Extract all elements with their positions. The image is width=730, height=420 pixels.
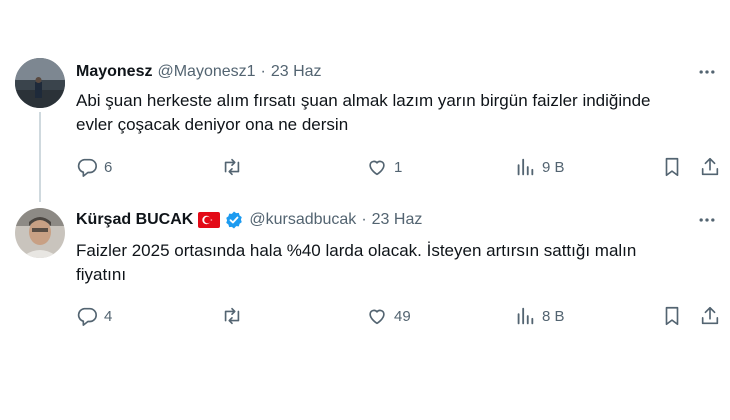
retweet-icon: [224, 307, 240, 325]
reply-icon: [77, 307, 97, 326]
tweet-header: Mayonesz @Mayonesz1 · 23 Haz: [76, 61, 322, 83]
like-icon: [369, 309, 385, 325]
display-name[interactable]: Kürşad BUCAK: [76, 209, 193, 231]
like-icon: [369, 160, 385, 176]
bookmark-button[interactable]: [661, 304, 683, 328]
handle[interactable]: @Mayonesz1: [157, 61, 255, 83]
views-button[interactable]: 8 B: [514, 304, 565, 328]
tweet-header: Kürşad BUCAK @kursadbucak · 23 Haz: [76, 209, 422, 231]
tweet-1[interactable]: Mayonesz @Mayonesz1 · 23 Haz Abi şuan he…: [0, 0, 730, 202]
views-icon: [517, 158, 534, 176]
like-count: 49: [394, 307, 411, 325]
tweet-text-line: Abi şuan herkeste alım fırsatı şuan alma…: [76, 91, 651, 110]
tweet-text-line: fiyatını: [76, 265, 127, 284]
timestamp[interactable]: 23 Haz: [271, 61, 322, 83]
timestamp[interactable]: 23 Haz: [372, 209, 423, 231]
retweet-button[interactable]: [221, 155, 249, 179]
share-button[interactable]: [699, 155, 721, 179]
tweet-text: Faizler 2025 ortasında hala %40 larda ol…: [76, 239, 716, 287]
reply-button[interactable]: 6: [76, 155, 112, 179]
share-button[interactable]: [699, 304, 721, 328]
tweet-text-line: evler çoşacak deniyor ona ne dersin: [76, 115, 349, 134]
like-count: 1: [394, 158, 403, 176]
turkey-flag-icon: [198, 212, 221, 228]
handle[interactable]: @kursadbucak: [249, 209, 356, 231]
avatar[interactable]: [15, 58, 65, 108]
bookmark-icon: [665, 157, 679, 177]
verified-badge-icon[interactable]: [224, 210, 244, 230]
share-icon: [701, 306, 719, 325]
more-icon[interactable]: [696, 61, 718, 83]
reply-button[interactable]: 4: [76, 304, 112, 328]
thread-line: [39, 112, 41, 202]
reply-count: 6: [104, 158, 113, 176]
tweet-text-line: Faizler 2025 ortasında hala %40 larda ol…: [76, 241, 637, 260]
separator: ·: [260, 63, 266, 80]
separator: ·: [361, 211, 367, 228]
retweet-button[interactable]: [221, 304, 249, 328]
views-count: 8 B: [542, 307, 565, 325]
reply-icon: [77, 158, 97, 177]
like-button[interactable]: 1: [366, 155, 402, 179]
views-icon: [517, 307, 534, 325]
action-bar: 4 49 8 B: [76, 304, 721, 328]
display-name[interactable]: Mayonesz: [76, 61, 152, 83]
more-icon[interactable]: [696, 209, 718, 231]
tweet-2[interactable]: Kürşad BUCAK @kursadbucak · 23 Haz Faizl…: [0, 200, 730, 350]
bookmark-icon: [665, 306, 679, 326]
avatar[interactable]: [15, 208, 65, 258]
reply-count: 4: [104, 307, 113, 325]
bookmark-button[interactable]: [661, 155, 683, 179]
like-button[interactable]: 49: [366, 304, 411, 328]
share-icon: [701, 157, 719, 176]
tweet-text: Abi şuan herkeste alım fırsatı şuan alma…: [76, 89, 716, 137]
retweet-icon: [224, 158, 240, 176]
views-button[interactable]: 9 B: [514, 155, 565, 179]
action-bar: 6 1 9 B: [76, 155, 721, 179]
views-count: 9 B: [542, 158, 565, 176]
